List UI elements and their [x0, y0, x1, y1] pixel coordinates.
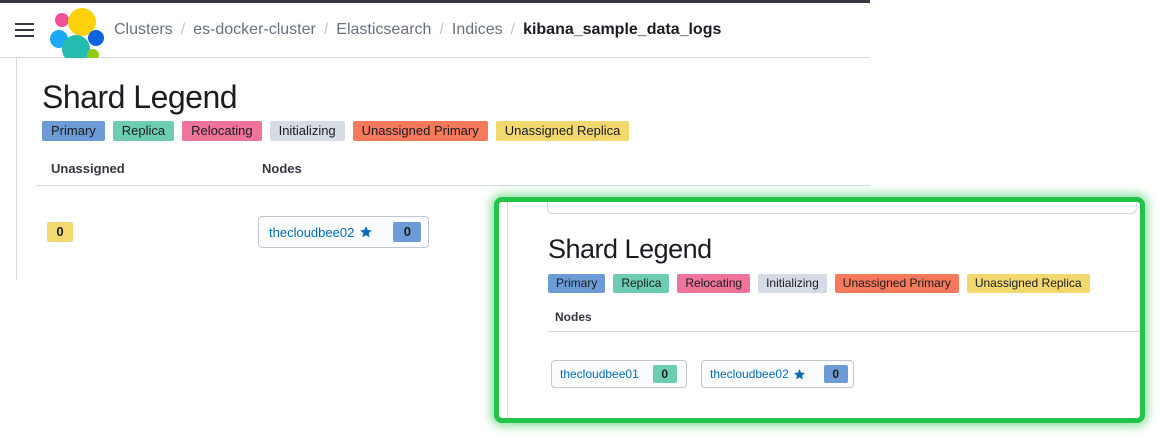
breadcrumb-separator: /	[439, 21, 444, 38]
hamburger-icon[interactable]	[15, 23, 34, 38]
legend-initializing: Initializing	[758, 274, 827, 293]
highlighted-inset: Shard Legend Primary Replica Relocating …	[494, 197, 1145, 423]
node-chip[interactable]: thecloudbee01 0	[551, 360, 687, 388]
node-name: thecloudbee02	[710, 367, 789, 381]
inset-column-header-nodes: Nodes	[555, 310, 592, 324]
table-divider	[36, 185, 870, 186]
legend-primary: Primary	[548, 274, 606, 293]
breadcrumb-current-index: kibana_sample_data_logs	[523, 21, 722, 38]
legend-relocating: Relocating	[182, 121, 262, 141]
node-chip[interactable]: thecloudbee02 0	[258, 216, 429, 248]
unassigned-count-badge: 0	[47, 222, 73, 242]
header-bar: Clusters / es-docker-cluster / Elasticse…	[0, 0, 870, 63]
breadcrumb-separator: /	[180, 21, 186, 38]
breadcrumb-elasticsearch[interactable]: Elasticsearch	[336, 21, 431, 39]
page-title: Shard Legend	[42, 79, 238, 115]
breadcrumb-separator: /	[510, 21, 516, 38]
inset-page-title: Shard Legend	[548, 234, 712, 264]
breadcrumb-clusters[interactable]: Clusters	[114, 21, 173, 39]
legend-replica: Replica	[613, 274, 670, 293]
shard-count-badge: 0	[652, 365, 677, 383]
inset-table-divider	[547, 331, 1140, 332]
star-icon	[360, 226, 373, 238]
legend-primary: Primary	[42, 121, 105, 141]
legend-replica: Replica	[112, 121, 175, 141]
legend-unassigned-replica: Unassigned Replica	[966, 274, 1090, 293]
node-chip[interactable]: thecloudbee02 0	[701, 360, 854, 388]
elastic-logo[interactable]	[48, 8, 108, 65]
legend-unassigned-primary: Unassigned Primary	[834, 274, 959, 293]
inset-panel-edge	[547, 202, 1137, 214]
column-header-unassigned: Unassigned	[51, 161, 125, 176]
breadcrumb-cluster[interactable]: es-docker-cluster	[193, 21, 316, 39]
legend-initializing: Initializing	[269, 121, 345, 141]
inset-shard-legend: Primary Replica Relocating Initializing …	[548, 274, 1098, 293]
node-name: thecloudbee02	[269, 224, 355, 240]
shard-legend: Primary Replica Relocating Initializing …	[42, 121, 637, 141]
star-icon	[793, 368, 805, 379]
breadcrumb-indices[interactable]: Indices	[452, 21, 503, 39]
shard-count-badge: 0	[393, 222, 422, 242]
shard-count-badge: 0	[823, 365, 848, 383]
breadcrumb: Clusters / es-docker-cluster / Elasticse…	[114, 21, 721, 39]
legend-unassigned-primary: Unassigned Primary	[352, 121, 488, 141]
legend-unassigned-replica: Unassigned Replica	[495, 121, 630, 141]
legend-relocating: Relocating	[677, 274, 751, 293]
breadcrumb-separator: /	[323, 21, 329, 38]
column-header-nodes: Nodes	[262, 161, 302, 176]
node-name: thecloudbee01	[560, 367, 639, 381]
